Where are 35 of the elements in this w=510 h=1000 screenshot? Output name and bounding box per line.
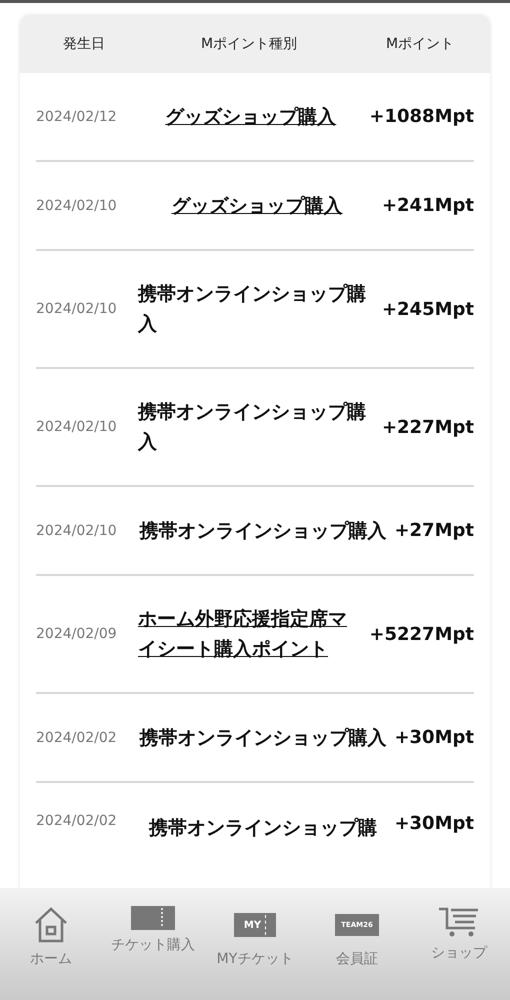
points-cell: +30Mpt (394, 813, 474, 834)
cart-icon (438, 906, 480, 938)
points-cell: +27Mpt (394, 520, 474, 541)
date-cell-text: 2024/02/02 (36, 730, 118, 746)
house-icon (33, 906, 69, 944)
type-cell-text: 携帯オンラインショップ購入 (140, 518, 387, 544)
points-cell: +245Mpt (382, 298, 474, 320)
type-link[interactable]: ホーム外野応援指定席マイシート購入ポイント (138, 576, 364, 692)
type-cell-text: 携帯オンラインショップ購 (149, 816, 378, 841)
points-cell: +241Mpt (382, 195, 474, 216)
tab-item[interactable]: チケット購入 (105, 906, 201, 1000)
column-header: 発生日 (62, 35, 106, 53)
date-cell-text: 2024/02/12 (36, 108, 118, 124)
date-cell-text: 2024/02/09 (36, 626, 118, 642)
type-cell-text: 携帯オンラインショップ購入 (140, 726, 387, 750)
ticket-icon: MY (234, 913, 276, 937)
points-cell: +227Mpt (382, 416, 474, 438)
type-cell-text: 携帯オンラインショップ購入 (138, 282, 367, 337)
tab-item[interactable]: ショップ (411, 906, 507, 1000)
type-cell-text: 携帯オンラインショップ購入 (138, 400, 367, 455)
points-cell: +30Mpt (394, 727, 474, 748)
column-header: Mポイント (384, 35, 456, 53)
tab-item[interactable]: ホーム (3, 906, 99, 1000)
date-cell-text: 2024/02/10 (36, 301, 118, 317)
type-link[interactable]: グッズショップ購入 (171, 162, 342, 248)
points-cell: +5227Mpt (369, 624, 474, 644)
date-cell-text: 2024/02/10 (36, 419, 118, 435)
tab-item[interactable]: MY MYチケット (207, 906, 303, 1000)
date-cell-text: 2024/02/10 (36, 522, 118, 538)
date-cell-text: 2024/02/10 (36, 198, 118, 214)
column-header: Mポイント種別 (200, 35, 298, 53)
ticket-icon (131, 906, 175, 930)
points-cell: +1088Mpt (369, 106, 474, 127)
type-link[interactable]: グッズショップ購入 (165, 74, 336, 160)
date-cell-text: 2024/02/02 (36, 813, 118, 829)
